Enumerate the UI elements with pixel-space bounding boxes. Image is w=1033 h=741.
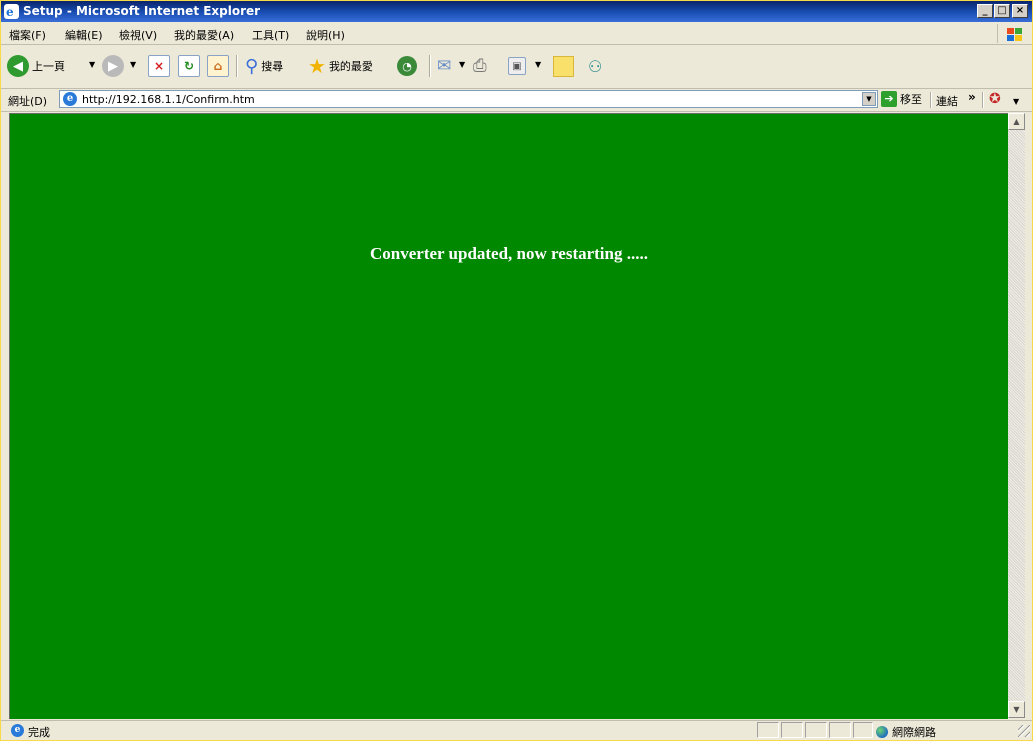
address-separator bbox=[930, 92, 932, 108]
status-panel bbox=[829, 722, 851, 738]
zone-label: 網際網路 bbox=[892, 726, 936, 739]
maximize-button[interactable]: □ bbox=[994, 4, 1010, 18]
status-panel bbox=[805, 722, 827, 738]
stop-button[interactable]: × bbox=[148, 53, 170, 79]
messenger-icon: ⚇ bbox=[588, 56, 603, 76]
standard-toolbar: ◀ 上一頁 ▼ ▶ ▼ × ↻ ⌂ ⚲ 搜尋 ★ 我的最愛 ◔ ✉ ▼ ⎙ ▣ … bbox=[1, 45, 1032, 89]
restart-message: Converter updated, now restarting ..... bbox=[370, 244, 648, 263]
go-label: 移至 bbox=[900, 93, 922, 106]
menu-file[interactable]: 檔案(F) bbox=[9, 27, 46, 43]
back-button[interactable]: ◀ 上一頁 bbox=[7, 53, 65, 79]
menu-bar: 檔案(F) 編輯(E) 檢視(V) 我的最愛(A) 工具(T) 說明(H) bbox=[1, 23, 1032, 45]
title-bar[interactable]: e Setup - Microsoft Internet Explorer _ … bbox=[1, 1, 1032, 22]
history-icon: ◔ bbox=[397, 56, 417, 76]
vertical-scrollbar[interactable]: ▲ ▼ bbox=[1008, 113, 1025, 718]
menu-help[interactable]: 說明(H) bbox=[306, 27, 345, 43]
home-icon: ⌂ bbox=[207, 55, 229, 77]
favorites-icon: ★ bbox=[308, 54, 326, 78]
go-icon: ➔ bbox=[881, 91, 897, 107]
address-input[interactable]: e http://192.168.1.1/Confirm.htm ▼ bbox=[59, 90, 878, 108]
back-dropdown[interactable]: ▼ bbox=[89, 60, 95, 69]
globe-icon bbox=[876, 726, 888, 738]
status-text: 完成 bbox=[28, 726, 50, 739]
address-label: 網址(D) bbox=[8, 95, 48, 108]
toolbar-separator bbox=[429, 55, 431, 77]
history-button[interactable]: ◔ bbox=[397, 53, 417, 79]
page-content: Converter updated, now restarting ..... bbox=[9, 113, 1008, 719]
ie-page-icon: e bbox=[63, 92, 77, 106]
status-panel bbox=[781, 722, 803, 738]
status-bar: e 完成 網際網路 bbox=[1, 720, 1032, 741]
resize-grip[interactable] bbox=[1018, 725, 1030, 737]
forward-dropdown[interactable]: ▼ bbox=[130, 60, 136, 69]
edit-button[interactable]: ▣ bbox=[508, 53, 526, 79]
notes-button[interactable] bbox=[553, 53, 574, 79]
ie-status-icon: e bbox=[11, 724, 24, 737]
home-button[interactable]: ⌂ bbox=[207, 53, 229, 79]
favorites-button[interactable]: ★ 我的最愛 bbox=[308, 53, 373, 79]
search-icon: ⚲ bbox=[245, 55, 259, 77]
close-button[interactable]: × bbox=[1012, 4, 1028, 18]
forward-icon: ▶ bbox=[102, 55, 124, 77]
menu-tools[interactable]: 工具(T) bbox=[252, 27, 289, 43]
stop-icon: × bbox=[148, 55, 170, 77]
status-panel bbox=[853, 722, 873, 738]
messenger-button[interactable]: ⚇ bbox=[588, 53, 602, 79]
scroll-down-button[interactable]: ▼ bbox=[1008, 701, 1025, 718]
chevron-more-icon[interactable]: » bbox=[968, 90, 976, 104]
back-icon: ◀ bbox=[7, 55, 29, 77]
search-label: 搜尋 bbox=[261, 60, 284, 73]
security-zone[interactable]: 網際網路 bbox=[876, 724, 936, 740]
window-title: Setup - Microsoft Internet Explorer bbox=[23, 4, 261, 18]
print-button[interactable]: ⎙ bbox=[473, 53, 487, 79]
edit-dropdown[interactable]: ▼ bbox=[535, 60, 541, 69]
toolbar-separator bbox=[236, 55, 238, 77]
refresh-button[interactable]: ↻ bbox=[178, 53, 200, 79]
address-separator bbox=[982, 92, 984, 108]
edit-icon: ▣ bbox=[508, 57, 526, 75]
mail-icon: ✉ bbox=[437, 56, 452, 76]
address-dropdown-button[interactable]: ▼ bbox=[862, 92, 876, 106]
print-icon: ⎙ bbox=[473, 56, 487, 76]
mail-dropdown[interactable]: ▼ bbox=[459, 60, 465, 69]
windows-logo-icon bbox=[997, 24, 1028, 43]
mail-button[interactable]: ✉ bbox=[437, 53, 451, 79]
forward-button[interactable]: ▶ bbox=[102, 53, 124, 79]
refresh-icon: ↻ bbox=[178, 55, 200, 77]
minimize-button[interactable]: _ bbox=[977, 4, 993, 18]
menu-view[interactable]: 檢視(V) bbox=[119, 27, 157, 43]
menu-favorites[interactable]: 我的最愛(A) bbox=[174, 27, 234, 43]
address-bar: 網址(D) e http://192.168.1.1/Confirm.htm ▼… bbox=[1, 89, 1032, 112]
browser-window: e Setup - Microsoft Internet Explorer _ … bbox=[0, 0, 1033, 741]
status-panel bbox=[757, 722, 779, 738]
search-button[interactable]: ⚲ 搜尋 bbox=[245, 53, 283, 79]
notes-icon bbox=[553, 55, 574, 77]
ie-logo-icon: e bbox=[4, 4, 19, 19]
address-url[interactable]: http://192.168.1.1/Confirm.htm bbox=[82, 93, 255, 106]
acrobat-dropdown[interactable]: ▼ bbox=[1013, 97, 1019, 106]
acrobat-icon[interactable]: ✪ bbox=[989, 91, 1001, 107]
menu-edit[interactable]: 編輯(E) bbox=[65, 27, 103, 43]
favorites-label: 我的最愛 bbox=[328, 60, 373, 73]
back-label: 上一頁 bbox=[32, 60, 65, 73]
scroll-up-button[interactable]: ▲ bbox=[1008, 113, 1025, 130]
go-button[interactable]: ➔ 移至 bbox=[881, 91, 922, 107]
links-button[interactable]: 連結 bbox=[936, 93, 958, 109]
